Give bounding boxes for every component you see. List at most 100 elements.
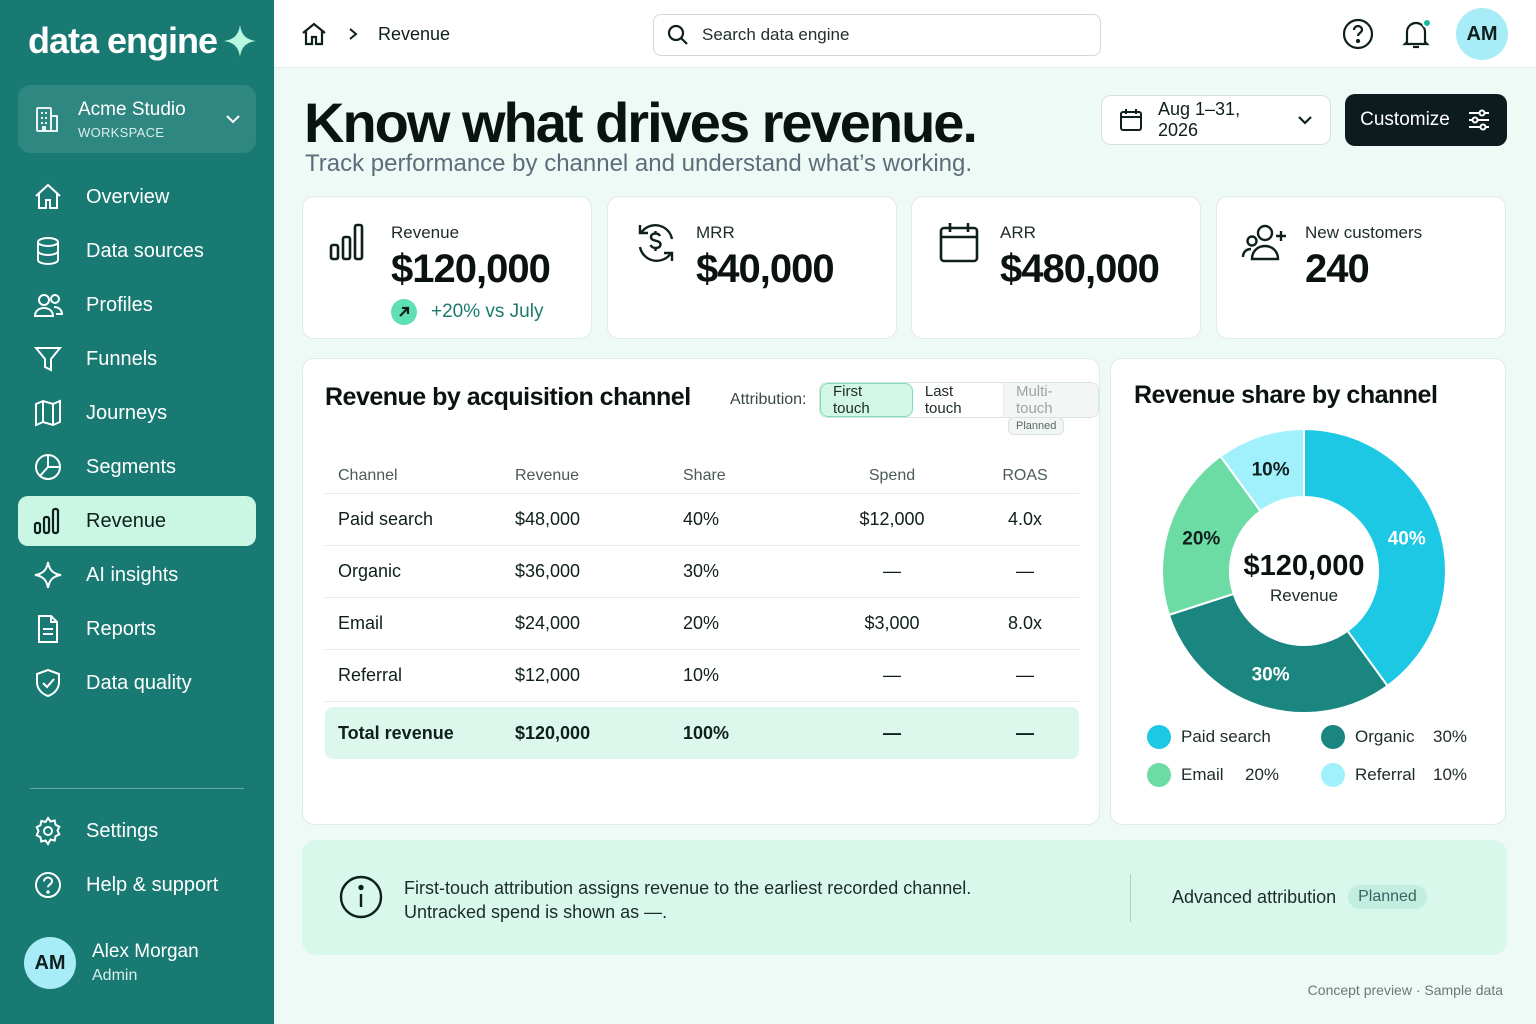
table-cell: — bbox=[813, 545, 971, 598]
user-profile[interactable]: AM Alex Morgan Admin bbox=[24, 937, 199, 989]
sidebar-item-reports[interactable]: Reports bbox=[18, 604, 256, 654]
page-title: Know what drives revenue. bbox=[304, 91, 978, 154]
sidebar-divider bbox=[30, 788, 244, 789]
sidebar-item-profiles[interactable]: Profiles bbox=[18, 280, 256, 330]
table-cell: Referral bbox=[325, 649, 515, 702]
sidebar-item-ai-insights[interactable]: AI insights bbox=[18, 550, 256, 600]
table-cell: — bbox=[971, 545, 1079, 598]
sidebar-item-data-quality[interactable]: Data quality bbox=[18, 658, 256, 708]
sidebar-item-journeys[interactable]: Journeys bbox=[18, 388, 256, 438]
table-row[interactable]: Referral $12,000 10% — — bbox=[325, 649, 1079, 702]
bar-chart-icon bbox=[329, 223, 364, 261]
building-icon bbox=[36, 107, 58, 132]
topbar: Revenue Search data engine AM bbox=[274, 0, 1536, 68]
table-cell: 100% bbox=[683, 707, 813, 759]
revenue-share-card: Revenue share by channel 40% 30% 20% 10% $12… bbox=[1110, 358, 1506, 825]
map-icon bbox=[35, 399, 61, 427]
column-header[interactable]: Share bbox=[683, 459, 813, 494]
legend-label: Organic bbox=[1355, 727, 1415, 746]
chevron-down-icon bbox=[226, 115, 240, 124]
kpi-card-new-customers[interactable]: New customers 240 bbox=[1216, 196, 1506, 339]
sidebar-bottom-nav: Settings Help & support bbox=[18, 806, 256, 914]
home-icon bbox=[35, 183, 61, 209]
sidebar-item-data-sources[interactable]: Data sources bbox=[18, 226, 256, 276]
search-input[interactable]: Search data engine bbox=[653, 14, 1101, 56]
kpi-value: $40,000 bbox=[696, 247, 835, 291]
table-row[interactable]: Paid search $48,000 40% $12,000 4.0x bbox=[325, 493, 1079, 546]
workspace-switcher[interactable]: Acme Studio WORKSPACE bbox=[18, 85, 256, 153]
sidebar-item-label: Profiles bbox=[86, 293, 153, 316]
home-icon[interactable] bbox=[300, 20, 328, 48]
table-total-row: Total revenue $120,000 100% — — bbox=[325, 707, 1079, 759]
sidebar-item-label: Help & support bbox=[86, 873, 219, 896]
date-range-picker[interactable]: Aug 1–31, 2026 bbox=[1101, 95, 1331, 145]
attribution-option-multi-touch: Multi-touch bbox=[1003, 383, 1098, 417]
status-badge: Planned bbox=[1348, 885, 1427, 909]
sidebar: data engine Acme Studio WORKSPACE Overvi… bbox=[0, 0, 274, 1024]
customize-label: Customize bbox=[1360, 109, 1450, 130]
document-icon bbox=[38, 615, 58, 643]
sidebar-item-help[interactable]: Help & support bbox=[18, 860, 256, 910]
sidebar-item-segments[interactable]: Segments bbox=[18, 442, 256, 492]
search-placeholder: Search data engine bbox=[702, 25, 850, 44]
donut-label-email: 20% bbox=[1182, 529, 1220, 550]
attribution-option-first-touch[interactable]: First touch bbox=[820, 383, 913, 417]
sidebar-item-revenue[interactable]: Revenue bbox=[18, 496, 256, 546]
chevron-right-icon bbox=[349, 28, 358, 40]
table-cell: 20% bbox=[683, 597, 813, 650]
kpi-value: $120,000 bbox=[391, 247, 551, 291]
kpi-value: $480,000 bbox=[1000, 247, 1160, 291]
table-row[interactable]: Email $24,000 20% $3,000 8.0x bbox=[325, 597, 1079, 650]
table-cell: $12,000 bbox=[813, 493, 971, 546]
legend-item-referral[interactable]: Referral 10% bbox=[1321, 763, 1467, 787]
planned-label: Planned bbox=[1008, 417, 1065, 435]
column-header[interactable]: Spend bbox=[813, 459, 971, 494]
sidebar-item-label: Reports bbox=[86, 617, 157, 640]
column-header[interactable]: ROAS bbox=[971, 459, 1079, 494]
attribution-option-last-touch[interactable]: Last touch bbox=[913, 383, 1004, 417]
breadcrumb-current[interactable]: Revenue bbox=[378, 24, 450, 45]
legend-label: Paid search bbox=[1181, 727, 1271, 746]
avatar: AM bbox=[24, 937, 76, 989]
notification-dot bbox=[1422, 18, 1432, 28]
channel-table: Channel Revenue Share Spend ROAS Paid se… bbox=[325, 459, 1079, 759]
kpi-label: New customers bbox=[1305, 223, 1423, 242]
advanced-attribution-label: Advanced attribution bbox=[1172, 886, 1337, 907]
column-header[interactable]: Channel bbox=[325, 459, 515, 494]
kpi-card-revenue[interactable]: Revenue $120,000 +20% vs July bbox=[302, 196, 592, 339]
sidebar-item-settings[interactable]: Settings bbox=[18, 806, 256, 856]
table-cell: $48,000 bbox=[515, 493, 683, 546]
table-row[interactable]: Organic $36,000 30% — — bbox=[325, 545, 1079, 598]
table-cell: 30% bbox=[683, 545, 813, 598]
customize-button[interactable]: Customize bbox=[1345, 94, 1507, 146]
legend-label: Referral bbox=[1355, 765, 1416, 784]
notifications-button[interactable] bbox=[1398, 16, 1434, 52]
kpi-card-arr[interactable]: ARR $480,000 bbox=[911, 196, 1201, 339]
table-cell: — bbox=[971, 707, 1079, 759]
brand-logo[interactable]: data engine bbox=[28, 20, 257, 62]
avatar[interactable]: AM bbox=[1456, 8, 1508, 60]
table-header-row: Channel Revenue Share Spend ROAS bbox=[325, 459, 1079, 494]
channel-table-card: Revenue by acquisition channel Attributi… bbox=[302, 358, 1100, 825]
table-cell: $12,000 bbox=[515, 649, 683, 702]
donut-slice-organic[interactable] bbox=[1167, 592, 1389, 714]
sidebar-item-label: Journeys bbox=[86, 401, 168, 424]
table-cell: Email bbox=[325, 597, 515, 650]
help-icon[interactable] bbox=[1340, 16, 1376, 52]
multi-touch-planned-badge: Planned bbox=[1008, 416, 1065, 435]
kpi-delta: +20% vs July bbox=[391, 299, 543, 325]
breadcrumb: Revenue bbox=[300, 20, 450, 48]
legend-swatch bbox=[1147, 763, 1171, 787]
funnel-icon bbox=[33, 347, 63, 372]
column-header[interactable]: Revenue bbox=[515, 459, 683, 494]
sidebar-item-funnels[interactable]: Funnels bbox=[18, 334, 256, 384]
shield-icon bbox=[36, 668, 60, 698]
legend-item-organic[interactable]: Organic 30% bbox=[1321, 725, 1467, 749]
banner-divider bbox=[1130, 874, 1131, 922]
legend-item-paid-search[interactable]: Paid search bbox=[1147, 725, 1271, 749]
legend-item-email[interactable]: Email 20% bbox=[1147, 763, 1279, 787]
sidebar-item-overview[interactable]: Overview bbox=[18, 172, 256, 222]
workspace-name: Acme Studio bbox=[78, 98, 186, 120]
kpi-card-mrr[interactable]: MRR $40,000 bbox=[607, 196, 897, 339]
database-icon bbox=[37, 237, 59, 266]
